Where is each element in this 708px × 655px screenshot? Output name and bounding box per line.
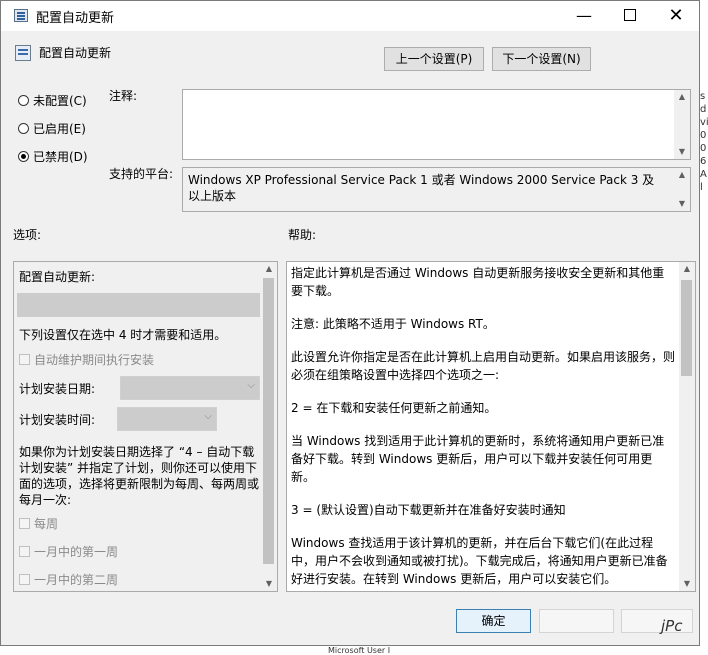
schedule-description-line: 如果你为计划安装日期选择了 “4 – 自动下载: [19, 445, 255, 459]
options-panel: 配置自动更新: 下列设置仅在选中 4 时才需要和适用。 自动维护期间执行安装 计…: [13, 261, 278, 592]
radio-disabled[interactable]: 已禁用(D): [18, 148, 88, 165]
cancel-button[interactable]: [539, 609, 614, 633]
scroll-thumb[interactable]: [681, 280, 692, 376]
checkbox-box: [19, 546, 30, 557]
platform-label: 支持的平台:: [109, 167, 174, 181]
scroll-up-icon[interactable]: ▲: [261, 262, 277, 276]
platform-scrollbar[interactable]: ▲ ▼: [674, 168, 690, 211]
policy-settings-icon: [15, 45, 31, 61]
comment-label: 注释:: [109, 89, 138, 103]
help-paragraph: 当 Windows 找到适用于此计算机的更新时，系统将通知用户更新已准备好下载。…: [291, 434, 665, 484]
comment-scrollbar[interactable]: ▲ ▼: [674, 90, 690, 159]
options-title: 配置自动更新:: [19, 270, 96, 284]
scroll-up-icon[interactable]: ▲: [679, 262, 695, 276]
background-char: 6: [700, 156, 707, 167]
schedule-description-line: 面的选项，选择将更新限制为每周、每两周或: [19, 477, 260, 491]
scroll-up-icon[interactable]: ▲: [674, 168, 690, 182]
help-paragraph: 指定此计算机是否通过 Windows 自动更新服务接收安全更新和其他重要下载。: [291, 266, 665, 298]
window-title: 配置自动更新: [36, 11, 115, 26]
help-paragraph: 2 = 在下载和安装任何更新之前通知。: [291, 401, 497, 415]
radio-not-configured[interactable]: 未配置(C): [18, 92, 87, 109]
chevron-down-icon: ⌵: [247, 380, 255, 391]
second-week-checkbox[interactable]: 一月中的第二周: [19, 571, 118, 588]
schedule-description-line: 计划安装” 并指定了计划，则你还可以使用下: [19, 461, 258, 475]
checkbox-label: 一月中的第一周: [34, 545, 119, 559]
options-header: 选项:: [13, 228, 42, 242]
setting-title: 配置自动更新: [39, 46, 112, 60]
radio-label: 未配置(C): [33, 94, 87, 108]
options-note: 下列设置仅在选中 4 时才需要和适用。: [19, 328, 227, 342]
comment-textarea[interactable]: ▲ ▼: [182, 89, 691, 160]
radio-label: 已禁用(D): [33, 150, 88, 164]
scroll-down-icon[interactable]: ▼: [261, 577, 277, 591]
radio-indicator: [18, 95, 29, 106]
background-char: 0: [700, 143, 707, 154]
help-paragraph: 此设置允许你指定是否在此计算机上启用自动更新。如果启用该服务，则必须在组策略设置…: [291, 350, 676, 382]
policy-dialog: 配置自动更新 — ✕ 配置自动更新 上一个设置(P) 下一个设置(N) 未配置(…: [0, 0, 700, 646]
help-header: 帮助:: [288, 228, 317, 242]
help-paragraph: 注意: 此策略不适用于 Windows RT。: [291, 317, 495, 331]
update-mode-combobox[interactable]: [17, 293, 260, 317]
schedule-time-label: 计划安装时间:: [19, 413, 96, 427]
ok-button[interactable]: 确定: [456, 609, 531, 633]
taskbar-item[interactable]: Microsoft User I: [328, 646, 390, 655]
checkbox-box: [19, 518, 30, 529]
maximize-button[interactable]: [607, 1, 653, 31]
scroll-thumb[interactable]: [263, 278, 274, 564]
checkbox-label: 一月中的第二周: [34, 573, 119, 587]
close-button[interactable]: ✕: [653, 1, 699, 31]
first-week-checkbox[interactable]: 一月中的第一周: [19, 543, 118, 560]
minimize-button[interactable]: —: [561, 1, 607, 31]
scroll-down-icon[interactable]: ▼: [674, 197, 690, 211]
weekly-checkbox[interactable]: 每周: [19, 515, 58, 532]
background-char: vi: [700, 117, 708, 128]
chevron-down-icon: ⌵: [204, 411, 212, 422]
supported-platform-box: Windows XP Professional Service Pack 1 或…: [182, 167, 691, 212]
next-setting-button[interactable]: 下一个设置(N): [492, 47, 591, 71]
help-text: 指定此计算机是否通过 Windows 自动更新服务接收安全更新和其他重要下载。 …: [291, 264, 676, 591]
background-char: A: [700, 169, 707, 180]
maintenance-checkbox[interactable]: 自动维护期间执行安装: [19, 351, 154, 368]
scroll-down-icon[interactable]: ▼: [674, 145, 690, 159]
previous-setting-button[interactable]: 上一个设置(P): [384, 47, 484, 71]
schedule-description-line: 每月一次:: [19, 493, 72, 507]
radio-indicator: [18, 123, 29, 134]
maximize-icon: [624, 9, 636, 21]
watermark: jPc: [661, 617, 683, 635]
checkbox-label: 自动维护期间执行安装: [34, 353, 155, 367]
background-window-strip: s d vi 0 0 6 A l: [700, 90, 708, 390]
radio-label: 已启用(E): [33, 122, 86, 136]
background-char: d: [700, 104, 707, 115]
checkbox-label: 每周: [34, 517, 59, 531]
checkbox-box: [19, 574, 30, 585]
help-scrollbar[interactable]: ▲ ▼: [679, 262, 695, 591]
title-bar: 配置自动更新 — ✕: [1, 1, 699, 31]
scroll-up-icon[interactable]: ▲: [674, 90, 690, 104]
radio-indicator: [18, 151, 29, 162]
radio-enabled[interactable]: 已启用(E): [18, 120, 86, 137]
platform-text: Windows XP Professional Service Pack 1 或…: [188, 173, 655, 203]
scroll-down-icon[interactable]: ▼: [679, 577, 695, 591]
background-char: l: [700, 182, 703, 193]
policy-settings-icon: [14, 9, 28, 22]
background-char: 0: [700, 130, 707, 141]
help-panel: 指定此计算机是否通过 Windows 自动更新服务接收安全更新和其他重要下载。 …: [286, 261, 696, 592]
checkbox-box: [19, 354, 30, 365]
background-char: s: [700, 91, 706, 102]
schedule-time-select[interactable]: ⌵: [117, 407, 217, 431]
help-paragraph: Windows 查找适用于该计算机的更新，并在后台下载它们(在此过程中，用户不会…: [291, 536, 668, 586]
schedule-day-label: 计划安装日期:: [19, 382, 96, 396]
help-paragraph: 3 = (默认设置)自动下载更新并在准备好安装时通知: [291, 503, 566, 517]
schedule-day-select[interactable]: ⌵: [120, 376, 260, 400]
options-scrollbar[interactable]: ▲ ▼: [261, 262, 277, 591]
